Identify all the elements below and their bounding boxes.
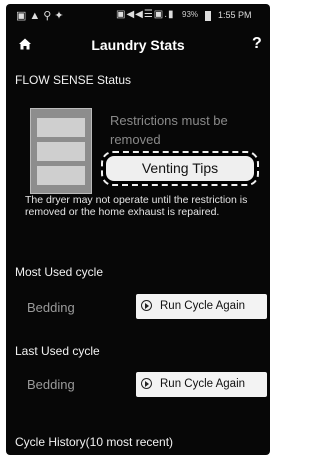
vent-bar (37, 118, 85, 137)
flow-status-text: Restrictions must be removed (110, 113, 228, 147)
venting-tips-label: Venting Tips (106, 156, 254, 181)
most-used-heading: Most Used cycle (15, 265, 104, 279)
cycle-history-heading[interactable]: Cycle History(10 most recent) (15, 435, 173, 449)
play-icon (141, 300, 152, 311)
vent-bar (37, 142, 85, 161)
flow-warning-text: The dryer may not operate until the rest… (25, 194, 248, 218)
status-bar: ▣▲⚲✦ ▣◀◀☰▣.▮ 93% 1:55 PM (6, 4, 270, 28)
last-used-heading: Last Used cycle (15, 344, 100, 358)
help-icon[interactable]: ? (252, 35, 262, 53)
run-cycle-label: Run Cycle Again (160, 378, 246, 390)
page-title: Laundry Stats (91, 37, 185, 53)
notification-icons: ▣▲⚲✦ (16, 10, 67, 22)
vent-bar (37, 166, 85, 185)
title-bar: Laundry Stats ? (6, 28, 270, 64)
run-cycle-again-button[interactable]: Run Cycle Again (136, 294, 267, 319)
system-icons: ▣◀◀☰▣.▮ (116, 9, 175, 20)
most-used-cycle-name: Bedding (27, 300, 75, 315)
flow-sense-heading: FLOW SENSE Status (15, 73, 132, 87)
play-icon (141, 378, 152, 389)
vent-status-icon (30, 108, 92, 194)
run-cycle-label: Run Cycle Again (160, 300, 246, 312)
run-cycle-again-button[interactable]: Run Cycle Again (136, 372, 267, 397)
last-used-cycle-name: Bedding (27, 377, 75, 392)
battery-percent: 93% (182, 10, 199, 19)
app-screen: ▣▲⚲✦ ▣◀◀☰▣.▮ 93% 1:55 PM Laundry Stats ?… (6, 4, 270, 455)
battery-icon (205, 11, 211, 21)
clock: 1:55 PM (218, 10, 252, 20)
venting-tips-button[interactable]: Venting Tips (101, 151, 259, 186)
